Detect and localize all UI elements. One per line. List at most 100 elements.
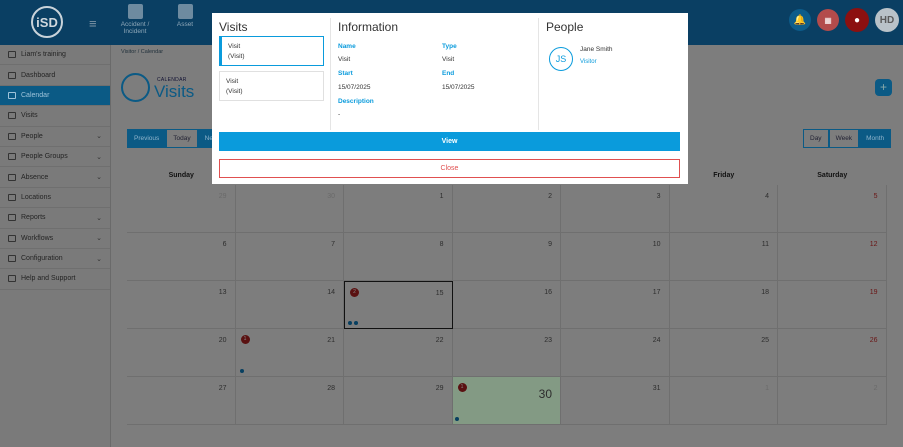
information-heading: Information (338, 20, 399, 34)
breadcrumb: Visitor / Calendar (121, 49, 163, 55)
event-count-badge[interactable]: 2 (350, 288, 359, 297)
name-value: Visit (338, 56, 351, 63)
view-button[interactable]: View (219, 132, 680, 151)
calendar-day-cell[interactable]: 6 (127, 233, 236, 281)
breadcrumb-item[interactable]: Calendar (141, 49, 163, 55)
top-right-controls: 🔔 ▦ ● HD (789, 8, 899, 32)
user-avatar[interactable]: HD (875, 8, 899, 32)
calendar-day-cell[interactable]: 17 (561, 281, 670, 329)
day-number: 1 (765, 385, 769, 392)
day-number: 9 (548, 241, 552, 248)
calendar-day-cell[interactable]: 8 (344, 233, 453, 281)
calendar-day-cell[interactable]: 11 (669, 233, 778, 281)
sidebar-item-absence[interactable]: Absence ⌄ (0, 167, 110, 188)
event-count-badge[interactable]: 1 (457, 383, 467, 392)
chevron-down-icon: ⌄ (96, 214, 102, 222)
view-week-button[interactable]: Week (828, 129, 860, 148)
sidebar-item-locations[interactable]: Locations (0, 188, 110, 209)
calendar-day-cell[interactable]: 14 (235, 281, 344, 329)
sidebar-item-label: Calendar (21, 91, 50, 99)
view-month-button[interactable]: Month (859, 129, 892, 148)
calendar-day-cell[interactable]: 22 (344, 329, 453, 377)
calendar-day-cell[interactable]: 5 (778, 185, 887, 233)
people-heading: People (546, 20, 584, 34)
day-number: 18 (761, 289, 769, 296)
close-button[interactable]: Close (219, 159, 680, 178)
page-title: Visits (154, 82, 195, 101)
sidebar-item-workflows[interactable]: Workflows ⌄ (0, 229, 110, 249)
calendar-day-cell[interactable]: 2 (778, 377, 887, 425)
sidebar-item-reports[interactable]: Reports ⌄ (0, 208, 110, 229)
sidebar-item-calendar[interactable]: Calendar (0, 85, 110, 107)
event-dot[interactable] (239, 369, 244, 373)
calendar-day-cell[interactable]: 4 (669, 185, 778, 233)
event-dot[interactable] (348, 321, 352, 325)
person-name: Jane Smith (580, 46, 613, 53)
calendar-view-controls: Day Week Month (803, 129, 892, 148)
calendar-day-cell[interactable]: 2 (452, 185, 561, 233)
calendar-day-cell[interactable]: 29 (344, 377, 453, 425)
calendar-day-cell[interactable]: 10 (561, 233, 670, 281)
person-role-link[interactable]: Visitor (580, 59, 597, 65)
notification-bell-icon[interactable]: 🔔 (789, 9, 811, 31)
sidebar-item-configuration[interactable]: Configuration ⌄ (0, 249, 110, 270)
visit-card[interactable]: Visit (Visit) (219, 36, 324, 66)
day-number: 15 (435, 290, 444, 297)
calendar-day-cell[interactable]: 30 (235, 185, 344, 233)
calendar-day-cell[interactable]: 3 (561, 185, 670, 233)
event-count-badge[interactable]: 1 (240, 335, 250, 344)
help-icon (8, 275, 16, 283)
sidebar-item-visits[interactable]: Visits (0, 106, 110, 127)
calendar-day-cell[interactable]: 20 (127, 329, 236, 377)
add-button[interactable]: + (875, 79, 892, 96)
sidebar-item-label: Visits (21, 112, 38, 120)
calendar-day-cell[interactable]: 1 (344, 185, 453, 233)
calendar-day-cell[interactable]: 27 (127, 377, 236, 425)
sidebar-item-liam-s-training[interactable]: Liam's training (0, 45, 110, 66)
calendar-day-cell[interactable]: 23 (452, 329, 561, 377)
calendar-day-cell[interactable]: 24 (561, 329, 670, 377)
calendar-day-cell[interactable]: 21 1 (235, 329, 344, 377)
event-dot[interactable] (354, 321, 358, 325)
sidebar-item-label: Locations (21, 193, 51, 201)
people-groups-icon (8, 153, 16, 161)
visit-card[interactable]: Visit (Visit) (219, 71, 324, 101)
sidebar-item-label: Configuration (21, 255, 63, 263)
language-flag-icon[interactable]: ▦ (817, 9, 839, 31)
calendar-day-cell[interactable]: 31 (561, 377, 670, 425)
calendar-day-cell[interactable]: 7 (235, 233, 344, 281)
sidebar-item-people-groups[interactable]: People Groups ⌄ (0, 147, 110, 168)
person-avatar[interactable]: JS (549, 47, 573, 71)
sidebar-item-people[interactable]: People ⌄ (0, 127, 110, 147)
calendar-day-cell[interactable]: 15 2 (344, 281, 453, 329)
calendar-day-cell[interactable]: 13 (127, 281, 236, 329)
calendar-day-cell[interactable]: 18 (669, 281, 778, 329)
calendar-day-cell[interactable]: 12 (778, 233, 887, 281)
start-label: Start (338, 70, 353, 77)
calendar-day-cell[interactable]: 1 (669, 377, 778, 425)
day-number: 22 (435, 337, 444, 344)
calendar-day-cell[interactable]: 9 (452, 233, 561, 281)
calendar-day-cell[interactable]: 29 (127, 185, 236, 233)
calendar-day-cell[interactable]: 19 (778, 281, 887, 329)
event-dot[interactable] (454, 417, 459, 421)
breadcrumb-item[interactable]: Visitor (121, 49, 136, 55)
view-day-button[interactable]: Day (803, 129, 829, 148)
calendar-previous-button[interactable]: Previous (127, 129, 167, 148)
first-aid-icon (127, 4, 143, 19)
day-of-week-header: Saturday (817, 172, 848, 179)
menu-icon[interactable]: ≡ (89, 16, 97, 31)
day-number: 20 (218, 337, 227, 344)
calendar-day-cell[interactable]: 28 (235, 377, 344, 425)
calendar-day-cell[interactable]: 16 (452, 281, 561, 329)
topnav-item[interactable]: Asset (166, 0, 204, 45)
topnav-item[interactable]: Accident / Incident (116, 0, 154, 45)
calendar-day-cell[interactable]: 26 (778, 329, 887, 377)
calendar-today-button[interactable]: Today (166, 129, 198, 148)
sidebar-item-dashboard[interactable]: Dashboard (0, 65, 110, 86)
calendar-day-cell[interactable]: 30 1 (452, 377, 561, 425)
sidebar-item-help-and-support[interactable]: Help and Support (0, 269, 110, 290)
blood-drop-icon[interactable]: ● (845, 8, 869, 32)
calendar-day-cell[interactable]: 25 (669, 329, 778, 377)
app-logo[interactable]: iSD (31, 6, 63, 38)
